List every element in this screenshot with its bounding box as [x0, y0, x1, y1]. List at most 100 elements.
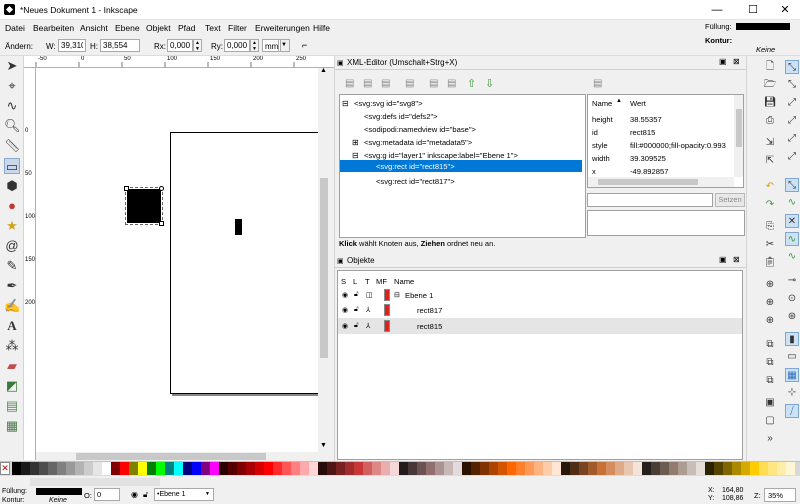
xml-node-svg[interactable]: <svg:svg id="svg8">: [354, 99, 423, 108]
opacity-input[interactable]: [94, 488, 120, 501]
palette-swatch[interactable]: [372, 462, 381, 475]
status-fill-swatch[interactable]: [36, 488, 82, 495]
palette-swatch[interactable]: [660, 462, 669, 475]
palette-swatch[interactable]: [732, 462, 741, 475]
palette-swatch[interactable]: [489, 462, 498, 475]
copy-icon[interactable]: ⎘: [763, 220, 777, 234]
rect-rect817[interactable]: [235, 219, 242, 235]
palette-swatch[interactable]: [246, 462, 255, 475]
palette-swatch[interactable]: [75, 462, 84, 475]
export-icon[interactable]: ⇱: [763, 154, 777, 168]
palette-swatch[interactable]: [201, 462, 210, 475]
visibility-eye-icon[interactable]: ◉: [342, 291, 348, 299]
palette-swatch[interactable]: [228, 462, 237, 475]
pen-tool-icon[interactable]: ✒: [4, 278, 20, 294]
palette-swatch[interactable]: [606, 462, 615, 475]
zoom-page-icon[interactable]: ⊕: [763, 314, 777, 328]
snap-bbox-edge-icon[interactable]: ⤢: [785, 96, 799, 110]
palette-swatch[interactable]: [318, 462, 327, 475]
attr-horizontal-scrollbar[interactable]: [588, 177, 734, 187]
snap-guide-icon[interactable]: ⊹: [785, 386, 799, 400]
object-name[interactable]: rect817: [417, 306, 442, 315]
object-row-rect817[interactable]: ◉ 🔓︎ ⅄ rect817: [338, 303, 742, 318]
toggle-lock-icon[interactable]: 🔓︎: [143, 490, 148, 500]
new-text-node-icon[interactable]: ▤: [363, 78, 372, 89]
col-header-mf[interactable]: MF: [376, 277, 387, 286]
palette-swatch[interactable]: [210, 462, 219, 475]
rx-stepper[interactable]: ▲ ▼: [193, 39, 202, 52]
undo-icon[interactable]: ↶: [763, 180, 777, 194]
node-tool-icon[interactable]: ⌖: [4, 78, 20, 94]
attr-value[interactable]: -49.892857: [630, 167, 668, 176]
palette-swatch[interactable]: [453, 462, 462, 475]
minimize-button[interactable]: —: [700, 0, 734, 20]
resize-handle[interactable]: [124, 186, 129, 191]
panel-iconify-icon[interactable]: ▣: [719, 57, 727, 66]
unlink-clone-icon[interactable]: ⧉: [763, 374, 777, 388]
duplicate-node-icon[interactable]: ▤: [381, 78, 390, 89]
xml-node-metadata[interactable]: <svg:metadata id="metadata5">: [364, 138, 472, 147]
scroll-down-icon[interactable]: ▼: [320, 442, 327, 449]
attr-name[interactable]: id: [592, 128, 598, 137]
zoom-tool-icon[interactable]: 🔍︎: [4, 118, 21, 134]
palette-swatch[interactable]: [723, 462, 732, 475]
close-button[interactable]: ✕: [768, 0, 800, 20]
palette-swatch[interactable]: [48, 462, 57, 475]
snap-guides-icon[interactable]: ⧸: [785, 404, 799, 418]
menu-erweiterungen[interactable]: Erweiterungen: [255, 23, 310, 33]
palette-swatch[interactable]: [12, 462, 21, 475]
attr-value[interactable]: rect815: [630, 128, 655, 137]
col-header-s[interactable]: S: [341, 277, 346, 286]
palette-swatch[interactable]: [165, 462, 174, 475]
lock-icon[interactable]: 🔓︎: [354, 291, 359, 299]
duplicate-icon[interactable]: ⧉: [763, 338, 777, 352]
canvas-vertical-scrollbar[interactable]: ▲ ▼: [318, 67, 330, 452]
palette-swatch[interactable]: [597, 462, 606, 475]
pencil-tool-icon[interactable]: ✎: [4, 258, 20, 274]
palette-swatch[interactable]: [525, 462, 534, 475]
palette-swatch[interactable]: [516, 462, 525, 475]
calligraphy-tool-icon[interactable]: ✍: [4, 298, 20, 314]
menu-pfad[interactable]: Pfad: [178, 23, 196, 33]
new-document-icon[interactable]: 🗋: [763, 60, 777, 74]
palette-swatch[interactable]: [615, 462, 624, 475]
star-tool-icon[interactable]: ★: [4, 218, 20, 234]
palette-swatch[interactable]: [669, 462, 678, 475]
highlight-color-swatch[interactable]: [384, 289, 390, 301]
palette-swatch[interactable]: [624, 462, 633, 475]
attr-value[interactable]: fill:#000000;fill-opacity:0.993: [630, 141, 726, 150]
set-attribute-button[interactable]: Setzen: [715, 193, 745, 207]
height-input[interactable]: [100, 39, 140, 52]
palette-swatch[interactable]: [399, 462, 408, 475]
fill-indicator-swatch[interactable]: [736, 23, 790, 30]
palette-swatch[interactable]: [777, 462, 786, 475]
menu-text[interactable]: Text: [205, 23, 221, 33]
spray-tool-icon[interactable]: ⁂: [4, 338, 20, 354]
palette-swatch[interactable]: [84, 462, 93, 475]
palette-swatch[interactable]: [183, 462, 192, 475]
visibility-eye-icon[interactable]: ◉: [342, 322, 348, 330]
palette-swatch[interactable]: [417, 462, 426, 475]
paste-icon[interactable]: 📋︎: [763, 256, 777, 270]
palette-swatch[interactable]: [120, 462, 129, 475]
indent-node-icon[interactable]: ▤: [447, 78, 456, 89]
attr-name[interactable]: height: [592, 115, 613, 124]
palette-swatch[interactable]: [426, 462, 435, 475]
snap-smooth-icon[interactable]: ∿: [785, 250, 799, 264]
selected-rect-rect815[interactable]: [125, 187, 163, 225]
palette-swatch[interactable]: [138, 462, 147, 475]
highlight-color-swatch[interactable]: [384, 320, 390, 332]
canvas-horizontal-scrollbar[interactable]: [36, 452, 318, 461]
measure-tool-icon[interactable]: 📏︎: [4, 138, 21, 154]
snap-bbox-icon[interactable]: ⤡: [785, 78, 799, 92]
palette-swatch[interactable]: [390, 462, 399, 475]
unit-dropdown-icon[interactable]: ▼: [278, 39, 290, 52]
scroll-thumb[interactable]: [598, 179, 698, 185]
scroll-thumb[interactable]: [76, 453, 266, 460]
palette-swatch[interactable]: [570, 462, 579, 475]
menu-filter[interactable]: Filter: [228, 23, 247, 33]
menu-ansicht[interactable]: Ansicht: [80, 23, 108, 33]
snap-grid-icon[interactable]: ▦: [785, 368, 799, 382]
ellipse-tool-icon[interactable]: ●: [4, 198, 20, 214]
palette-swatch[interactable]: [741, 462, 750, 475]
